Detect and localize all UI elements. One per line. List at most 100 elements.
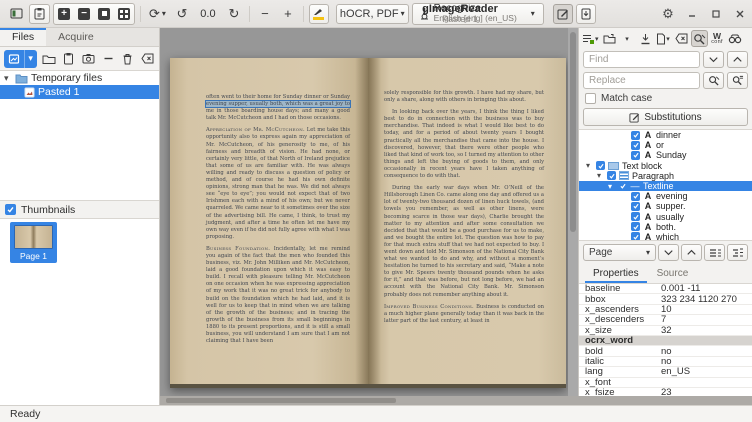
show-controls-button[interactable] [6, 4, 26, 24]
hocr-tree-row[interactable]: Aor [579, 140, 752, 150]
find-replace-toggle[interactable] [691, 30, 708, 47]
remove-image-button[interactable] [101, 50, 116, 68]
item-checkbox[interactable] [631, 151, 640, 160]
rotation-angle-spinner[interactable]: 0.0 [195, 8, 221, 20]
expander-icon[interactable]: ▾ [586, 161, 593, 170]
zoom-out-button[interactable]: − [74, 4, 94, 24]
tree-row-temporary-files[interactable]: ▾ Temporary files [0, 71, 159, 85]
page-combo[interactable]: Page ▾ [583, 244, 656, 261]
item-checkbox[interactable] [631, 212, 640, 221]
output-pane-toggle[interactable] [553, 4, 573, 24]
open-folder-button[interactable] [42, 50, 57, 68]
replace-input[interactable] [583, 72, 700, 89]
delete-button[interactable] [121, 50, 136, 68]
clear-list-button[interactable] [140, 50, 155, 68]
tab-files[interactable]: Files [0, 28, 46, 46]
rotate-ccw-button[interactable]: ↺ [172, 4, 192, 24]
recognize-language-button[interactable]: ▾ [523, 4, 543, 24]
hocr-tree-row[interactable]: ▾—Textline [579, 181, 752, 191]
hocr-tree-row[interactable]: Aevening [579, 191, 752, 201]
hocr-tree-row[interactable]: ASunday [579, 150, 752, 160]
expand-all-button[interactable] [727, 244, 748, 261]
item-checkbox[interactable] [631, 192, 640, 201]
settings-button[interactable]: ⚙ [660, 6, 676, 22]
next-item-button[interactable] [658, 244, 679, 261]
match-case-checkbox[interactable] [585, 93, 596, 104]
zoom-fit-button[interactable] [114, 4, 134, 24]
book-page-right: solely responsible for this growth. I ha… [368, 58, 566, 384]
canvas-vertical-scrollbar[interactable] [568, 28, 578, 405]
item-checkbox[interactable] [631, 222, 640, 231]
item-checkbox[interactable] [607, 171, 616, 180]
hocr-tree-row[interactable]: Adinner [579, 130, 752, 140]
marker-tool-button[interactable] [309, 4, 329, 24]
export-output-button[interactable]: ▾ [655, 30, 672, 47]
canvas-horizontal-scrollbar[interactable] [160, 396, 752, 405]
save-output-button[interactable] [637, 30, 654, 47]
rotate-cw-button[interactable]: ↻ [224, 4, 244, 24]
property-key: x_size [579, 325, 661, 336]
item-checkbox[interactable] [596, 161, 605, 170]
zoom-original-button[interactable] [94, 4, 114, 24]
add-images-split-button[interactable]: ▾ [4, 50, 37, 68]
replace-all-button[interactable] [727, 72, 748, 89]
scanned-book-image[interactable]: often went to their home for Sunday dinn… [170, 58, 566, 388]
item-checkbox[interactable] [631, 202, 640, 211]
page-decrease-button[interactable]: − [255, 4, 275, 24]
expander-icon[interactable]: ▾ [608, 182, 615, 191]
maximize-button[interactable] [708, 6, 724, 22]
find-row [579, 49, 752, 70]
rotate-mode-button[interactable]: ⟳▾ [146, 4, 169, 24]
find-next-button[interactable] [703, 51, 724, 68]
hocr-tree-row[interactable]: Ausually [579, 212, 752, 222]
selected-textline-highlight[interactable]: evening supper, usually both, which was … [206, 101, 350, 107]
minimize-button[interactable] [684, 6, 700, 22]
prev-item-button[interactable] [681, 244, 702, 261]
paste-clipboard-button[interactable] [61, 50, 76, 68]
item-checkbox[interactable] [618, 182, 627, 191]
collapse-all-button[interactable] [704, 244, 725, 261]
chevron-down-icon[interactable]: ▾ [24, 50, 37, 68]
clear-output-button[interactable] [673, 30, 690, 47]
open-icon [603, 33, 616, 44]
open-output-button[interactable] [601, 30, 618, 47]
page-increase-button[interactable]: + [278, 4, 298, 24]
open-output-menu-button[interactable]: ▾ [619, 30, 636, 47]
hocr-tree-row[interactable]: ▾Paragraph [579, 171, 752, 181]
preview-toggle[interactable] [727, 30, 744, 47]
zoom-fit-icon [118, 8, 130, 20]
zoom-original-icon [98, 8, 110, 20]
tab-acquire[interactable]: Acquire [46, 28, 106, 46]
hocr-tree-row[interactable]: Aboth. [579, 222, 752, 232]
expander-icon[interactable]: ▾ [597, 171, 604, 180]
thumbnail-page-1[interactable]: Page 1 [10, 222, 57, 263]
expander-icon[interactable]: ▾ [4, 73, 12, 84]
item-checkbox[interactable] [631, 232, 640, 241]
find-input[interactable] [583, 51, 700, 68]
screenshot-button[interactable] [81, 50, 96, 68]
item-checkbox[interactable] [631, 141, 640, 150]
replace-button[interactable] [703, 72, 724, 89]
confidence-toggle[interactable]: Wconf [709, 30, 726, 47]
page-paragraph: often went to their home for Sunday dinn… [206, 94, 350, 122]
tree-row-pasted-file[interactable]: Pasted 1 [0, 85, 159, 99]
item-checkbox[interactable] [631, 131, 640, 140]
find-prev-button[interactable] [727, 51, 748, 68]
paste-button[interactable] [29, 4, 50, 24]
export-button[interactable] [576, 4, 596, 24]
block-icon [608, 162, 619, 170]
insert-mode-button[interactable]: ▾ [581, 30, 600, 47]
page-navigation-row: Page ▾ [579, 241, 752, 264]
hocr-tree-row[interactable]: Asupper. [579, 201, 752, 211]
thumbnails-checkbox[interactable] [5, 204, 16, 215]
document-canvas[interactable]: often went to their home for Sunday dinn… [160, 28, 578, 405]
zoom-in-button[interactable]: + [54, 4, 74, 24]
substitutions-button[interactable]: Substitutions [583, 108, 748, 126]
tab-properties[interactable]: Properties [585, 266, 647, 283]
page-paragraph: Business Foundation. Incidentally, let m… [206, 246, 350, 345]
property-key: italic [579, 356, 661, 367]
tab-source[interactable]: Source [649, 266, 697, 283]
hocr-tree-row[interactable]: ▾Text block [579, 161, 752, 171]
hocr-tree-row[interactable]: Awhich [579, 232, 752, 241]
close-button[interactable] [732, 6, 748, 22]
